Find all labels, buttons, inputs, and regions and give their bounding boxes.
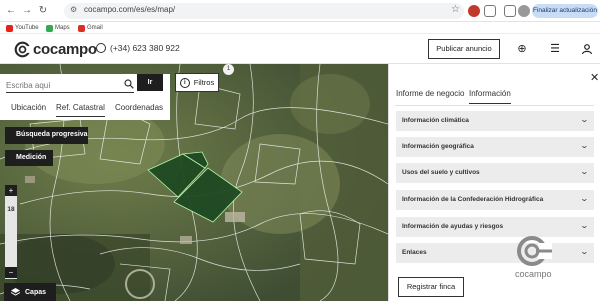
youtube-icon — [6, 24, 13, 32]
search-panel: Ir Ubicación Ref. Catastral Coordenadas — [0, 74, 170, 120]
update-browser-button[interactable]: Finalizar actualización — [532, 4, 598, 18]
zoom-level: 18 — [7, 206, 15, 213]
info-panel: ✕ Informe de negocio Información Informa… — [388, 64, 600, 301]
chevron-down-icon: ⌄ — [579, 221, 590, 230]
bookmark-maps[interactable]: Maps — [46, 23, 70, 33]
publish-listing-button[interactable]: Publicar anuncio — [428, 39, 500, 59]
progressive-search-button[interactable]: Búsqueda progresiva — [5, 127, 88, 144]
accordion-hydrographic[interactable]: Información de la Confederación Hidrográ… — [396, 190, 594, 210]
bookmark-label: Maps — [55, 25, 70, 31]
sidebar-icon[interactable] — [504, 5, 516, 17]
bookmarks-bar: YouTube Maps Gmail — [0, 22, 600, 34]
bookmark-label: YouTube — [15, 25, 39, 31]
filters-count-badge: 1 — [223, 64, 234, 75]
tab-coordenadas[interactable]: Coordenadas — [115, 103, 163, 117]
layers-label: Capas — [25, 288, 47, 296]
zoom-slider[interactable] — [5, 185, 17, 279]
register-property-button[interactable]: Registrar finca — [398, 277, 464, 297]
tab-ref-catastral[interactable]: Ref. Catastral — [56, 103, 105, 117]
extensions-puzzle-icon[interactable] — [484, 5, 496, 17]
search-tabs: Ubicación Ref. Catastral Coordenadas — [0, 100, 170, 120]
chevron-down-icon: ⌄ — [579, 141, 590, 150]
bookmark-label: Gmail — [87, 25, 103, 31]
back-icon[interactable]: ← — [4, 4, 18, 18]
site-info-icon[interactable]: ⚙ — [70, 5, 77, 14]
chevron-down-icon: ⌄ — [579, 115, 590, 124]
accordion-label: Información de la Confederación Hidrográ… — [402, 196, 544, 203]
search-input[interactable] — [6, 78, 124, 92]
search-underline — [6, 92, 134, 93]
gmail-icon — [78, 24, 85, 32]
phone-number: (+34) 623 380 922 — [110, 43, 180, 53]
info-icon: i — [179, 77, 190, 88]
accordion-label: Enlaces — [402, 249, 427, 256]
layers-icon — [10, 288, 21, 296]
accordion-climate[interactable]: Información climática ⌄ — [396, 111, 594, 131]
close-icon[interactable]: ✕ — [590, 73, 599, 84]
phone-contact[interactable]: (+34) 623 380 922 — [96, 43, 180, 53]
bookmark-star-icon[interactable]: ☆ — [451, 4, 460, 15]
chevron-down-icon: ⌄ — [579, 247, 590, 256]
reload-icon[interactable]: ↻ — [36, 4, 50, 18]
zoom-in-button[interactable]: + — [5, 185, 17, 196]
site-logo[interactable]: cocampo — [14, 41, 97, 58]
extension-icon[interactable] — [468, 5, 480, 17]
search-go-button[interactable]: Ir — [137, 74, 163, 91]
address-bar[interactable]: ⚙ cocampo.com/es/es/map/ ☆ — [64, 3, 464, 19]
cocampo-logo-icon — [14, 41, 31, 58]
accordion-label: Información climática — [402, 117, 469, 124]
globe-icon[interactable]: ⊕ — [516, 43, 528, 55]
site-header: cocampo (+34) 623 380 922 Publicar anunc… — [0, 34, 600, 64]
chevron-down-icon: ⌄ — [579, 167, 590, 176]
search-icon[interactable] — [124, 79, 134, 89]
maps-icon — [46, 24, 53, 32]
accordion-label: Usos del suelo y cultivos — [402, 169, 480, 176]
accordion-geographic[interactable]: Información geográfica ⌄ — [396, 137, 594, 157]
menu-icon[interactable]: ☰ — [549, 43, 561, 55]
tab-ubicacion[interactable]: Ubicación — [11, 103, 46, 117]
accordion-links[interactable]: Enlaces ⌄ — [396, 243, 594, 263]
forward-icon[interactable]: → — [20, 4, 34, 18]
user-icon[interactable] — [581, 43, 593, 55]
url-text[interactable]: cocampo.com/es/es/map/ — [84, 5, 175, 14]
logo-text: cocampo — [33, 41, 97, 58]
filters-button[interactable]: i Filtros — [175, 73, 219, 92]
chevron-down-icon: ⌄ — [579, 194, 590, 203]
tab-informe-negocio[interactable]: Informe de negocio — [396, 89, 465, 104]
accordion-land-use[interactable]: Usos del suelo y cultivos ⌄ — [396, 163, 594, 183]
accordion-subsidies[interactable]: Información de ayudas y riesgos ⌄ — [396, 217, 594, 237]
filters-label: Filtros — [193, 78, 215, 87]
accordion-label: Información geográfica — [402, 143, 474, 150]
watermark-text: cocampo — [515, 269, 552, 279]
tab-informacion[interactable]: Información — [469, 89, 511, 104]
browser-toolbar: ← → ↻ ⚙ cocampo.com/es/es/map/ ☆ Finaliz… — [0, 0, 600, 22]
zoom-out-button[interactable]: − — [5, 267, 17, 278]
profile-avatar[interactable] — [518, 5, 530, 17]
bookmark-youtube[interactable]: YouTube — [6, 23, 39, 33]
accordion-label: Información de ayudas y riesgos — [402, 223, 504, 230]
measurement-button[interactable]: Medición — [5, 150, 53, 166]
layers-button[interactable]: Capas — [4, 283, 56, 301]
panel-divider — [395, 105, 594, 106]
bookmark-gmail[interactable]: Gmail — [78, 23, 103, 33]
whatsapp-icon — [96, 43, 106, 53]
